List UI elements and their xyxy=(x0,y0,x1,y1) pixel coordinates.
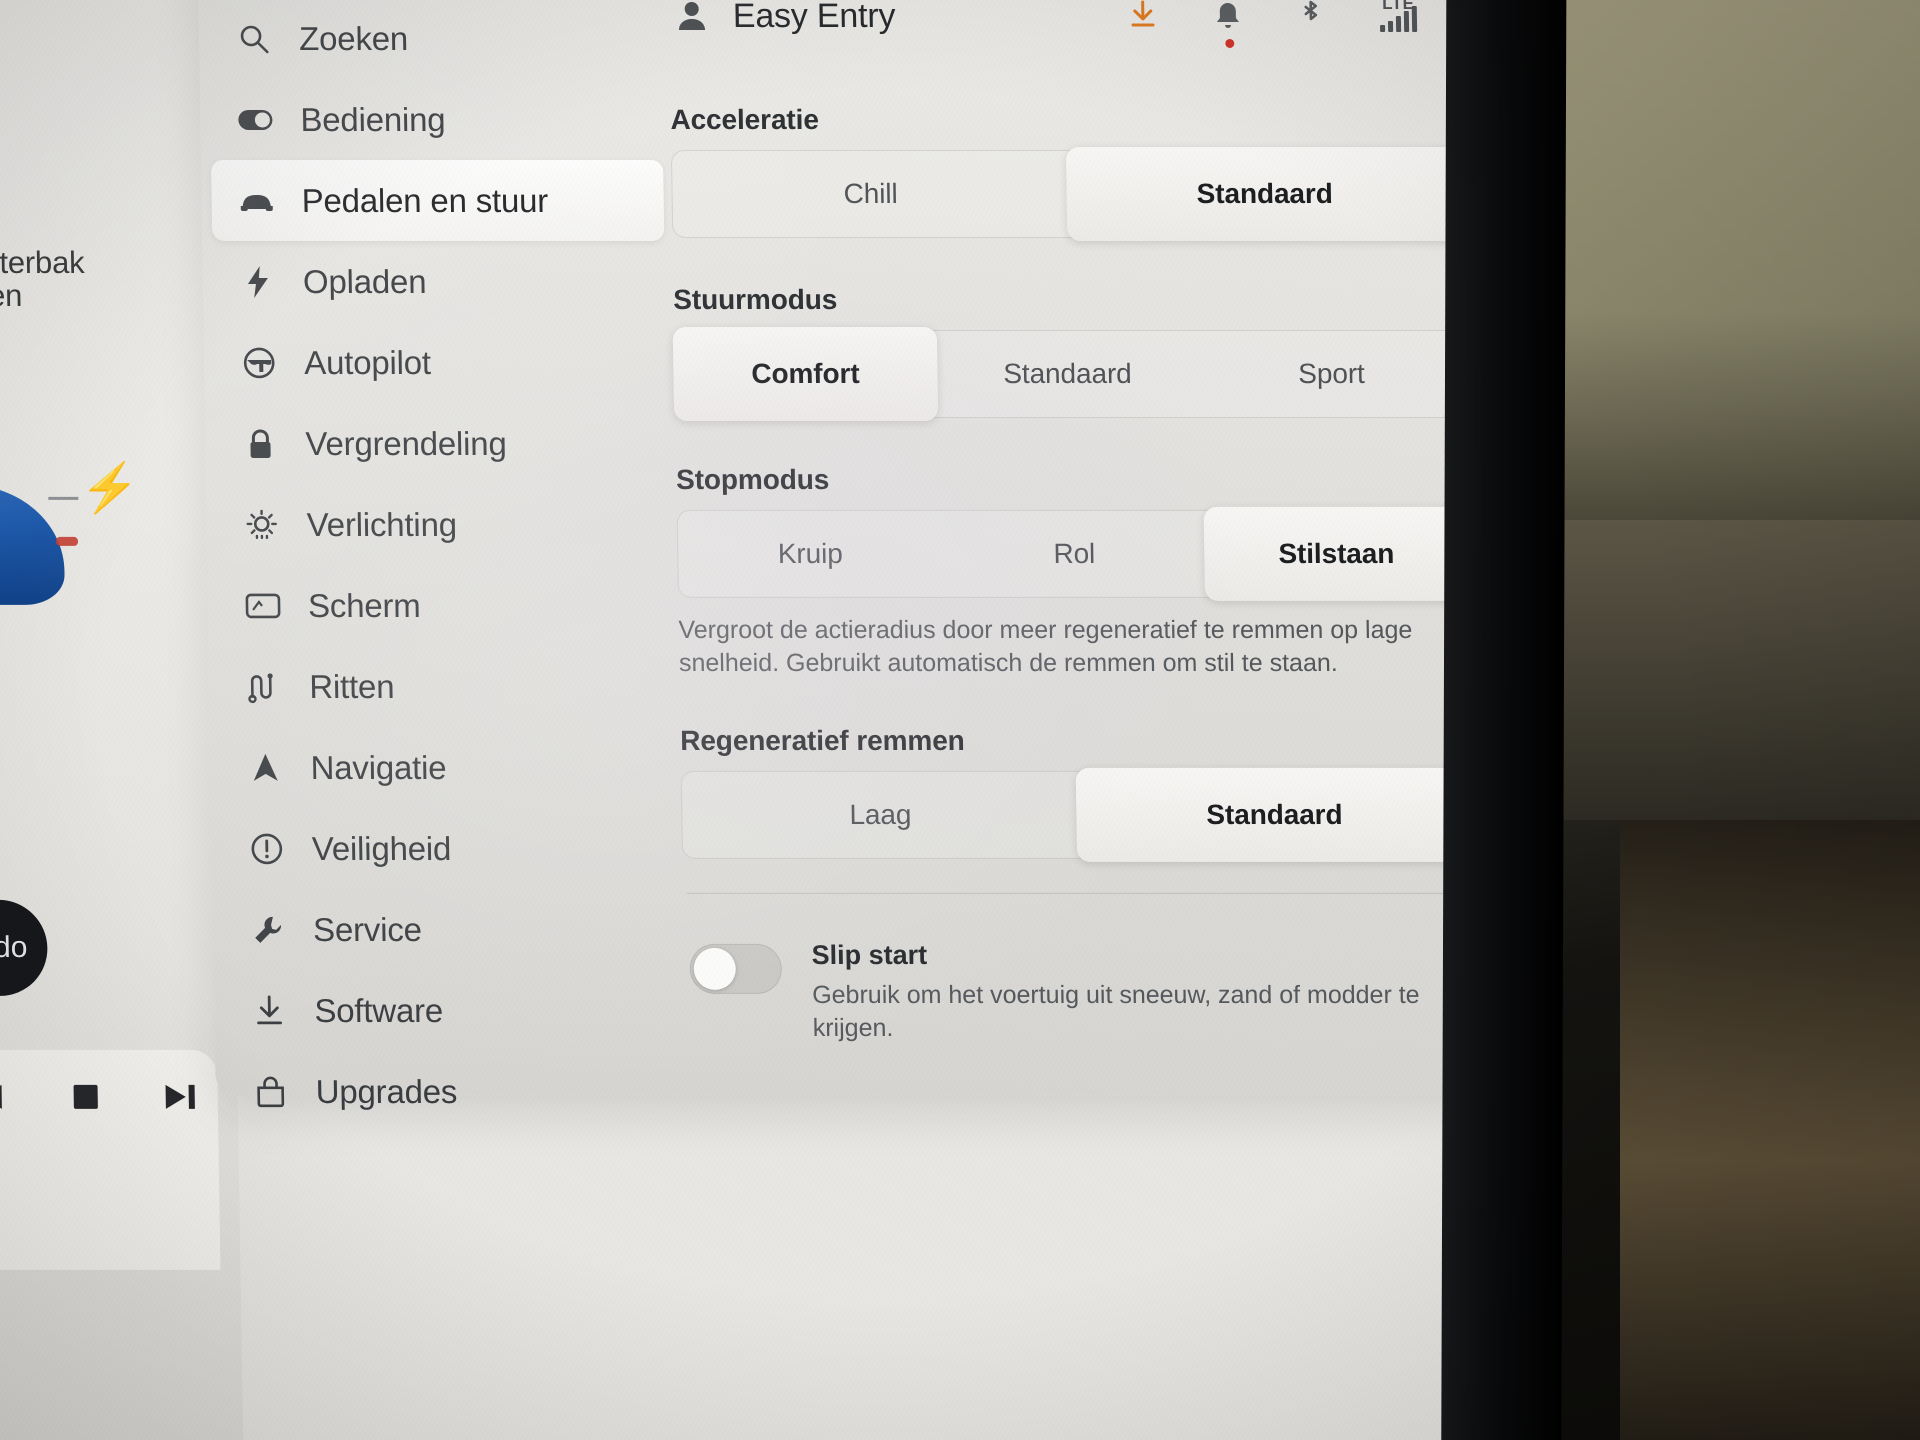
stopmodus-option-kruip[interactable]: Kruip xyxy=(678,511,943,597)
section-acceleratie: Acceleratie Chill Standaard xyxy=(670,103,1464,241)
screenshot-root: Achterbak Open ⚡ do Zoeken Bediening Ped… xyxy=(0,0,1920,1440)
media-now-playing-pill[interactable]: do xyxy=(0,899,49,996)
trips-icon xyxy=(245,667,284,705)
stopmodus-help-text: Vergroot de actieradius door meer regene… xyxy=(678,615,1413,677)
sidebar-item-scherm[interactable]: Scherm xyxy=(217,565,670,646)
stuurmodus-segmented-control: Comfort Standaard Sport xyxy=(672,326,1466,421)
section-title: Acceleratie xyxy=(670,103,820,135)
section-regeneratief-remmen: Regeneratief remmen Laag Standaard xyxy=(679,724,1474,894)
alert-circle-icon xyxy=(248,829,287,867)
charge-port-lead xyxy=(48,496,79,500)
ambient-floor xyxy=(1620,820,1920,1440)
sidebar-item-label: Pedalen en stuur xyxy=(301,181,549,219)
section-title: Stuurmodus xyxy=(673,283,838,315)
sidebar-item-pedalen-en-stuur[interactable]: Pedalen en stuur xyxy=(211,159,665,241)
section-divider xyxy=(686,892,1469,894)
search-icon xyxy=(235,19,274,57)
sun-icon xyxy=(242,505,281,543)
next-track-button[interactable] xyxy=(157,1077,202,1117)
slip-start-toggle[interactable] xyxy=(689,943,783,994)
tesla-touchscreen: Achterbak Open ⚡ do Zoeken Bediening Ped… xyxy=(0,0,1567,1440)
display-bezel xyxy=(1441,0,1567,1440)
slip-start-description: Gebruik om het voertuig uit sneeuw, zand… xyxy=(811,980,1420,1042)
section-stopmodus: Stopmodus Kruip Rol Stilstaan Vergroot d… xyxy=(675,463,1470,679)
stuurmodus-option-sport[interactable]: Sport xyxy=(1199,331,1464,417)
driver-profile-name: Easy Entry xyxy=(732,0,896,35)
sidebar-item-label: Verlichting xyxy=(306,505,458,543)
regeneratief-remmen-segmented-control: Laag Standaard xyxy=(680,767,1474,862)
regen-option-laag[interactable]: Laag xyxy=(682,772,1079,858)
sidebar-item-veiligheid[interactable]: Veiligheid xyxy=(221,808,674,889)
sidebar-item-label: Bediening xyxy=(300,100,446,138)
section-stuurmodus: Stuurmodus Comfort Standaard Sport xyxy=(672,283,1466,421)
stuurmodus-option-standaard[interactable]: Standaard xyxy=(935,331,1200,417)
person-icon xyxy=(673,0,712,35)
trunk-status-line2: Open xyxy=(0,278,23,314)
trunk-status: Achterbak Open xyxy=(0,244,177,314)
steering-wheel-icon xyxy=(240,343,279,381)
toggle-knob xyxy=(693,947,737,990)
shopping-bag-icon xyxy=(251,1072,290,1110)
settings-overlay: Zoeken Bediening Pedalen en stuur Oplade… xyxy=(197,0,1486,1109)
sidebar-item-vergrendeling[interactable]: Vergrendeling xyxy=(215,403,668,484)
settings-content: Easy Entry Acceleratie Chill Standaard S… xyxy=(668,0,1475,1044)
stuurmodus-option-comfort[interactable]: Comfort xyxy=(672,326,939,421)
sidebar-item-label: Navigatie xyxy=(310,748,447,786)
vehicle-illustration[interactable] xyxy=(0,465,81,655)
sidebar-item-bediening[interactable]: Bediening xyxy=(210,79,663,160)
download-icon xyxy=(250,991,289,1029)
vehicle-taillight xyxy=(55,536,79,546)
display-icon xyxy=(244,586,283,624)
screen-surface: Achterbak Open ⚡ do Zoeken Bediening Ped… xyxy=(0,0,1544,1440)
slip-start-row: Slip start Gebruik om het voertuig uit s… xyxy=(683,940,1475,1044)
car-icon xyxy=(237,181,276,219)
settings-sidebar: Zoeken Bediening Pedalen en stuur Oplade… xyxy=(208,0,678,1132)
sidebar-item-label: Opladen xyxy=(302,262,427,300)
stop-button[interactable] xyxy=(65,1077,106,1117)
sidebar-item-autopilot[interactable]: Autopilot xyxy=(214,322,667,403)
sidebar-item-label: Service xyxy=(312,910,423,948)
vehicle-body xyxy=(0,484,65,605)
sidebar-item-verlichting[interactable]: Verlichting xyxy=(216,484,669,565)
acceleratie-option-chill[interactable]: Chill xyxy=(672,151,1069,237)
sidebar-item-label: Veiligheid xyxy=(311,829,452,867)
sidebar-item-label: Vergrendeling xyxy=(305,424,507,462)
sidebar-item-upgrades[interactable]: Upgrades xyxy=(225,1051,678,1132)
media-pill-label: do xyxy=(0,930,28,964)
sidebar-item-ritten[interactable]: Ritten xyxy=(219,646,672,727)
sidebar-item-software[interactable]: Software xyxy=(224,970,677,1051)
navigation-arrow-icon xyxy=(246,748,285,786)
ambient-wall-dark xyxy=(1560,520,1920,820)
section-title: Stopmodus xyxy=(675,463,830,495)
sidebar-item-label: Ritten xyxy=(308,667,395,705)
sidebar-item-opladen[interactable]: Opladen xyxy=(212,241,665,322)
bolt-icon: ⚡ xyxy=(79,461,141,515)
bolt-icon xyxy=(239,262,278,300)
sidebar-item-label: Software xyxy=(314,991,444,1029)
sidebar-item-label: Upgrades xyxy=(315,1072,458,1110)
driver-profile-row[interactable]: Easy Entry xyxy=(668,0,1459,46)
lock-icon xyxy=(241,424,280,462)
acceleratie-option-standaard[interactable]: Standaard xyxy=(1065,146,1464,241)
wrench-icon xyxy=(249,910,288,948)
regen-option-standaard[interactable]: Standaard xyxy=(1075,767,1474,862)
media-transport-controls xyxy=(0,1065,198,1129)
toggle-icon xyxy=(236,100,275,138)
trunk-status-line1: Achterbak xyxy=(0,244,85,280)
section-title: Regeneratief remmen xyxy=(679,724,965,756)
sidebar-item-zoeken[interactable]: Zoeken xyxy=(208,0,661,79)
sidebar-item-navigatie[interactable]: Navigatie xyxy=(220,727,673,808)
sidebar-item-label: Scherm xyxy=(307,586,421,624)
slip-start-title: Slip start xyxy=(811,939,928,970)
stopmodus-segmented-control: Kruip Rol Stilstaan xyxy=(676,506,1470,601)
stopmodus-option-stilstaan[interactable]: Stilstaan xyxy=(1203,506,1470,601)
previous-track-button[interactable] xyxy=(0,1077,14,1117)
slip-start-text: Slip start Gebruik om het voertuig uit s… xyxy=(811,940,1475,1044)
stopmodus-option-rol[interactable]: Rol xyxy=(942,511,1207,597)
sidebar-item-label: Autopilot xyxy=(303,343,432,381)
sidebar-item-label: Zoeken xyxy=(298,19,409,57)
sidebar-item-service[interactable]: Service xyxy=(222,889,675,970)
acceleratie-segmented-control: Chill Standaard xyxy=(670,146,1464,241)
